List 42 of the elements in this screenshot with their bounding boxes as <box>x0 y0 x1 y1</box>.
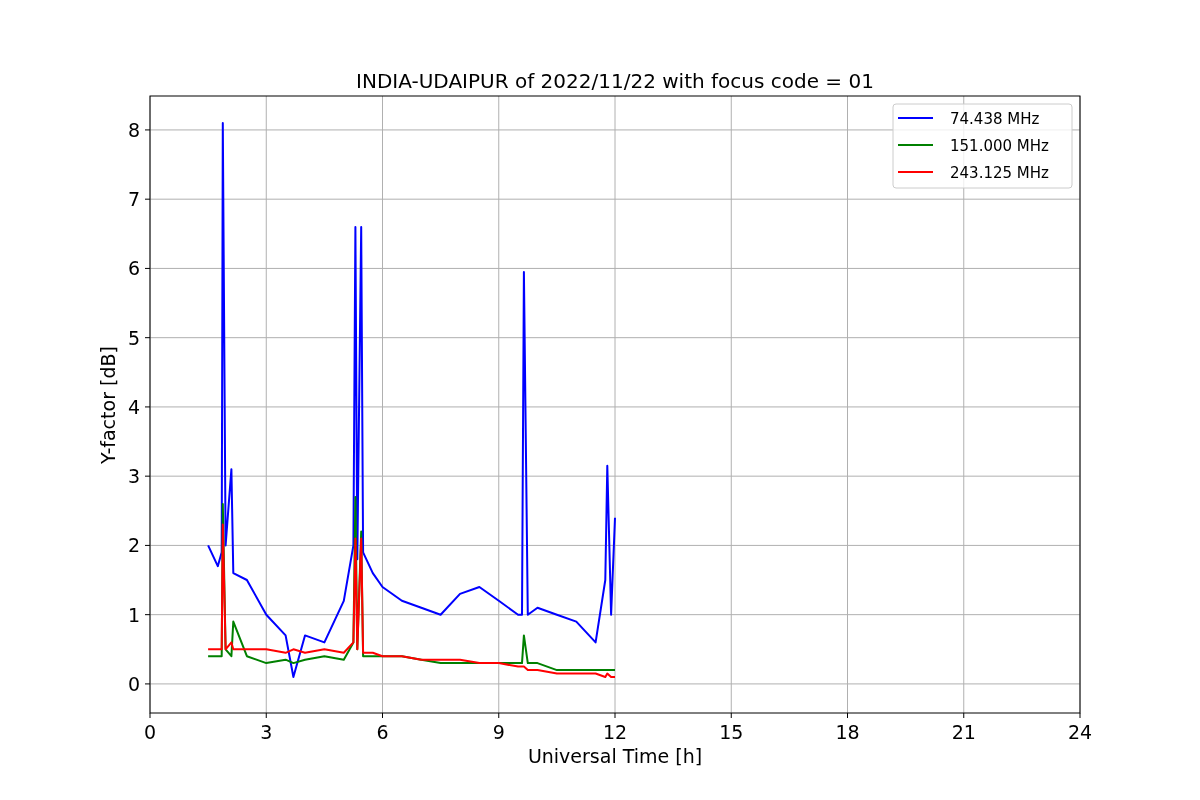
tick-mark <box>614 712 616 719</box>
tick-mark <box>144 614 151 616</box>
legend-label: 151.000 MHz <box>950 137 1049 155</box>
tick-mark <box>144 406 151 408</box>
tick-mark <box>144 475 151 477</box>
x-tick-label: 21 <box>951 721 976 743</box>
tick-mark <box>498 712 500 719</box>
tick-mark <box>1079 712 1081 719</box>
x-tick-label: 3 <box>260 721 273 743</box>
x-tick-label: 6 <box>376 721 389 743</box>
x-tick-label: 15 <box>719 721 744 743</box>
y-tick-label: 3 <box>127 465 140 488</box>
legend-label: 243.125 MHz <box>950 164 1049 182</box>
tick-mark <box>847 712 848 719</box>
y-tick-label: 5 <box>127 326 140 349</box>
y-tick-label: 4 <box>127 395 140 418</box>
x-axis-label: Universal Time [h] <box>527 745 703 767</box>
x-tick-label: 12 <box>602 721 628 743</box>
tick-mark <box>144 337 151 339</box>
x-tick-label: 18 <box>835 721 860 743</box>
y-tick-label: 7 <box>127 188 140 211</box>
tick-mark <box>265 712 267 719</box>
tick-mark <box>149 712 151 719</box>
y-tick-label: 6 <box>127 257 140 280</box>
y-axis-label: Y-factor [dB] <box>97 346 119 464</box>
y-tick-label: 2 <box>127 534 140 557</box>
x-tick-label: 0 <box>143 721 157 743</box>
y-tick-label: 8 <box>127 118 140 141</box>
y-tick-label: 0 <box>127 672 140 695</box>
x-tick-label: 24 <box>1067 721 1093 743</box>
tick-mark <box>382 712 383 719</box>
tick-mark <box>144 544 151 546</box>
chart-title: INDIA-UDAIPUR of 2022/11/22 with focus code = 01 <box>356 69 874 93</box>
y-tick-label: 1 <box>127 603 140 626</box>
tick-mark <box>144 267 151 269</box>
tick-mark <box>144 129 151 131</box>
tick-mark <box>730 712 732 719</box>
tick-mark <box>963 712 965 719</box>
tick-mark <box>144 198 151 200</box>
legend-label: 74.438 MHz <box>950 110 1040 128</box>
x-tick-label: 9 <box>492 721 505 743</box>
tick-mark <box>144 683 151 685</box>
